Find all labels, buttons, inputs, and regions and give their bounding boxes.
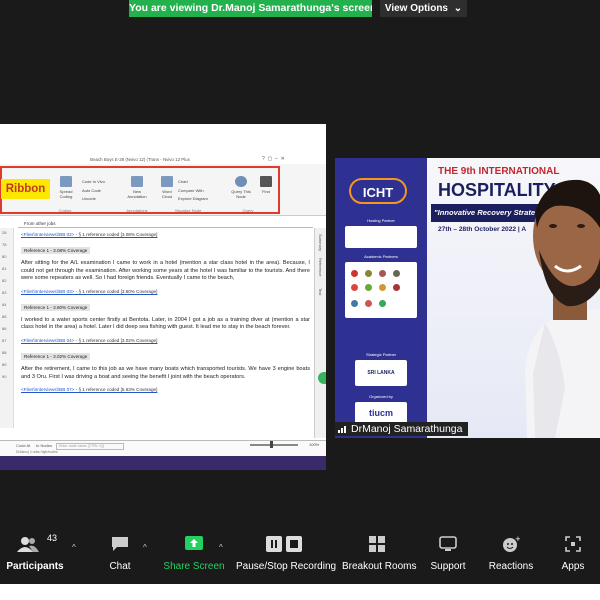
participant-person	[525, 179, 600, 438]
hosting-partner-logo	[345, 226, 417, 248]
participants-caret[interactable]: ^	[72, 543, 76, 552]
line-number: 84	[2, 302, 7, 307]
svg-text:+: +	[515, 536, 520, 543]
apps-button[interactable]: Apps	[556, 530, 590, 578]
organizer-logo: tiucm	[355, 402, 407, 424]
participants-label: Participants	[6, 561, 64, 572]
line-number: 83	[2, 290, 7, 295]
code-at-sub: In Nodes	[36, 443, 53, 448]
line-gutter: 28 78 80 81 82 83 84 85 86 87 88 89 90	[0, 228, 14, 428]
line-number: 78	[2, 242, 7, 247]
side-tab-text[interactable]: Text	[318, 288, 323, 295]
poster-sidebar: ICHT Hosting Partner Academic Partners S…	[335, 158, 427, 438]
line-number: 86	[2, 326, 7, 331]
support-icon	[439, 536, 457, 551]
apps-label: Apps	[561, 561, 585, 572]
line-number: 90	[2, 374, 7, 379]
breakout-rooms-icon	[369, 536, 385, 552]
shared-screen[interactable]: Beach Boys E-28 (Nvivo 12) (Trans - Nviv…	[0, 124, 326, 470]
strategic-partner-label: Strategic Partner	[365, 352, 396, 357]
conference-logo: ICHT	[349, 178, 407, 204]
zoom-slider[interactable]	[250, 440, 310, 449]
support-button[interactable]: Support	[426, 530, 470, 578]
strategic-partner-logo: SRI LANKA	[355, 360, 407, 386]
chat-button[interactable]: Chat	[100, 530, 140, 578]
window-title: Beach Boys E-28 (Nvivo 12) (Trans - Nviv…	[90, 157, 190, 162]
coverage-badge: Reference 1 - 3.08% Coverage	[21, 247, 91, 254]
participant-video-tile[interactable]: ICHT Hosting Partner Academic Partners S…	[335, 158, 600, 438]
share-screen-button[interactable]: Share Screen	[162, 530, 226, 578]
academic-partners-logos	[345, 262, 417, 318]
chevron-down-icon: ⌄	[453, 3, 463, 14]
file-link-bb03[interactable]: <Files\\Interviews\\BB 03> - § 1 referen…	[21, 287, 310, 296]
reference-text: I worked to a water sports center firstl…	[21, 316, 310, 331]
reactions-button[interactable]: + Reactions	[488, 530, 534, 578]
line-number: 80	[2, 254, 7, 259]
chat-label: Chat	[109, 561, 131, 572]
reactions-label: Reactions	[488, 561, 534, 572]
line-number: 89	[2, 362, 7, 367]
line-number: 88	[2, 350, 7, 355]
items-status: DrManoj 4 units hfgfr/nodes	[16, 450, 58, 454]
participants-count: 43	[47, 533, 58, 543]
reactions-icon: +	[503, 536, 520, 552]
line-number: 28	[2, 230, 7, 235]
ribbon-label: Ribbon	[1, 179, 50, 199]
coverage-badge: Reference 1 - 3.02% Coverage	[21, 352, 91, 360]
participant-name-label: DrManoj Samarathunga	[335, 422, 469, 436]
reference-text: After the retirement, I came to this job…	[21, 365, 310, 380]
academic-partners-label: Academic Partners	[364, 254, 398, 259]
annotation-marker[interactable]	[318, 372, 326, 384]
taskbar	[0, 456, 326, 470]
reference-text: After sitting for the A/L examination I …	[21, 260, 310, 282]
line-number: 87	[2, 338, 7, 343]
side-tab-summary[interactable]: Summary	[318, 234, 323, 251]
breakout-rooms-button[interactable]: Breakout Rooms	[342, 530, 417, 578]
line-number: 81	[2, 266, 7, 271]
line-number: 82	[2, 278, 7, 283]
screen-bottom-edge	[0, 584, 600, 600]
pause-stop-icon	[266, 536, 302, 552]
view-options-button[interactable]: View Options ⌄	[380, 0, 467, 17]
organized-by-label: Organized by	[369, 394, 393, 399]
line-number: 85	[2, 314, 7, 319]
side-tab-reference[interactable]: Reference	[318, 258, 323, 276]
share-screen-label: Share Screen	[163, 561, 225, 572]
file-link-bb07[interactable]: <Files\\Interviews\\BB 07> - § 1 referen…	[21, 385, 310, 394]
chat-icon	[112, 537, 128, 551]
participants-icon	[17, 537, 39, 552]
support-label: Support	[430, 561, 466, 572]
coded-references-document[interactable]: <Files\\Interviews\\BB 02> - § 1 referen…	[18, 230, 313, 435]
coverage-badge: Reference 1 - 3.60% Coverage	[21, 303, 91, 311]
code-at-label: Code At	[16, 443, 31, 448]
file-link-bb02[interactable]: <Files\\Interviews\\BB 02> - § 1 referen…	[21, 230, 310, 239]
view-options-label: View Options	[384, 3, 448, 14]
chat-caret[interactable]: ^	[143, 543, 147, 552]
zoom-knob[interactable]	[270, 441, 273, 448]
share-caret[interactable]: ^	[219, 543, 223, 552]
recording-label: Pause/Stop Recording	[236, 561, 337, 572]
side-tab-panel: Summary Reference Text	[314, 228, 326, 438]
share-screen-icon	[185, 536, 203, 550]
recording-button[interactable]: Pause/Stop Recording	[236, 530, 337, 578]
code-at-input[interactable]: Enter node name (CTRL+Q)	[56, 443, 124, 450]
signal-strength-icon	[338, 426, 346, 433]
window-controls: ? ▢ – ✕	[262, 156, 285, 162]
zoom-level: 100%	[309, 442, 320, 447]
apps-icon	[565, 536, 581, 552]
hosting-partner-label: Hosting Partner	[367, 218, 395, 223]
breakout-rooms-label: Breakout Rooms	[342, 561, 417, 572]
file-link-bb04[interactable]: <Files\\Interviews\\BB 04> - § 1 referen…	[21, 336, 310, 345]
document-tab[interactable]: From other jobs	[18, 220, 313, 228]
participants-button[interactable]: 43 Participants	[6, 530, 64, 578]
viewing-banner: You are viewing Dr.Manoj Samarathunga's …	[129, 0, 372, 17]
